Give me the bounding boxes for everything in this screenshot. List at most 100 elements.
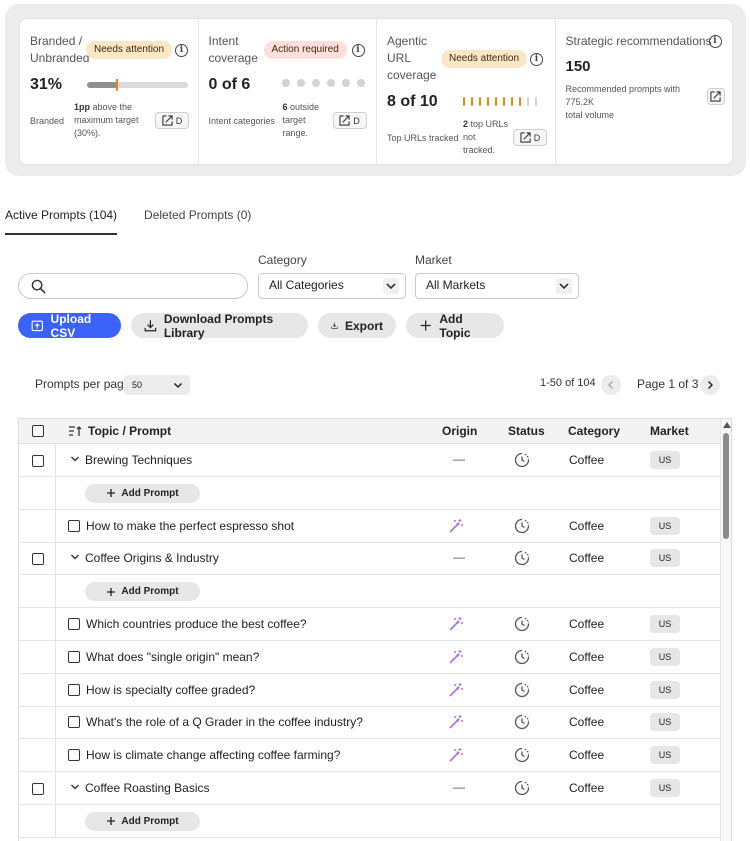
add-prompt-button[interactable]: Add Prompt: [85, 582, 200, 602]
prompt-checkbox[interactable]: [68, 650, 80, 663]
strategic-note-line2: total volume: [565, 110, 615, 120]
next-page-button[interactable]: [700, 375, 720, 395]
search-input[interactable]: [18, 273, 248, 299]
intent-note-line2: target: [282, 115, 306, 125]
pagination-range: 1-50 of 104: [540, 377, 596, 389]
scroll-up-arrow-icon[interactable]: [723, 422, 731, 428]
select-all-checkbox[interactable]: [32, 425, 44, 437]
header-market: Market: [650, 424, 689, 438]
origin-empty: —: [453, 550, 465, 565]
info-icon[interactable]: i: [351, 44, 365, 57]
agentic-note-line1: top URLs: [468, 119, 509, 129]
checkbox-cell: [19, 608, 56, 640]
header-topic-prompt[interactable]: Topic / Prompt: [88, 424, 171, 438]
open-in-icon: [520, 132, 531, 143]
metrics-panel: Branded / Unbranded Needs attention i 31…: [5, 4, 746, 176]
add-prompt-label: Add Prompt: [121, 586, 179, 598]
url-coverage-tick: [463, 97, 465, 106]
chevron-down-icon: [173, 382, 183, 389]
topic-name: Brewing Techniques: [85, 453, 193, 467]
magic-wand-icon: [448, 747, 464, 763]
topic-checkbox[interactable]: [32, 455, 44, 467]
prompt-checkbox[interactable]: [68, 618, 80, 630]
intent-dots: [281, 79, 365, 87]
branded-status-badge: Needs attention: [86, 41, 173, 59]
prev-page-button[interactable]: [601, 375, 621, 395]
strategic-value: 150: [565, 58, 591, 75]
topic-checkbox[interactable]: [32, 783, 44, 795]
magic-wand-icon: [448, 518, 464, 534]
magic-wand-icon: [448, 616, 464, 632]
branded-card-title: Branded / Unbranded: [30, 33, 89, 67]
intent-dot: [311, 79, 320, 87]
table-scrollbar[interactable]: [720, 419, 731, 841]
agentic-note-line3: tracked.: [463, 145, 496, 155]
add-topic-button[interactable]: Add Topic: [406, 312, 504, 340]
open-in-icon: [339, 115, 350, 126]
header-category: Category: [568, 424, 621, 438]
intent-details-button[interactable]: D: [332, 112, 367, 129]
intent-value: 0 of 6: [208, 76, 251, 93]
category-cell: Coffee: [569, 551, 605, 566]
market-select-value: All Markets: [426, 278, 486, 292]
download-icon: [331, 322, 338, 329]
prompt-checkbox[interactable]: [68, 683, 80, 696]
agentic-title-line2: URL: [387, 51, 412, 65]
add-prompt-button[interactable]: Add Prompt: [85, 483, 200, 503]
download-library-button[interactable]: Download Prompts Library: [131, 312, 308, 340]
sort-icon[interactable]: [68, 425, 82, 438]
pending-clock-icon: [514, 616, 530, 632]
market-select[interactable]: All Markets: [415, 273, 579, 299]
branded-progress-bar: [87, 79, 188, 91]
prompt-checkbox[interactable]: [68, 716, 80, 729]
chevron-right-icon: [708, 381, 713, 389]
upload-csv-button[interactable]: Upload CSV: [18, 312, 121, 340]
agentic-label: Top URLs tracked: [387, 133, 459, 143]
agentic-note-line2: not: [463, 132, 476, 142]
agentic-title-line3: coverage: [387, 68, 437, 82]
plus-icon: [106, 488, 116, 498]
category-select[interactable]: All Categories: [258, 273, 406, 299]
metrics-cards: Branded / Unbranded Needs attention i 31…: [19, 18, 733, 165]
metric-card-agentic: Agentic URL coverage Needs attention i 8…: [377, 19, 556, 164]
url-coverage-tick: [511, 97, 513, 106]
market-badge: US: [650, 779, 680, 797]
download-icon: [144, 320, 157, 332]
pending-clock-icon: [514, 682, 530, 698]
strategic-note: Recommended prompts with 775.2K total vo…: [566, 83, 706, 122]
intent-title-line2: coverage: [208, 51, 258, 65]
intent-status-badge: Action required: [263, 41, 347, 59]
prompt-checkbox[interactable]: [68, 749, 80, 762]
chevron-down-icon[interactable]: [70, 551, 80, 561]
agentic-title-line1: Agentic: [387, 34, 428, 48]
tab-deleted-prompts[interactable]: Deleted Prompts (0): [144, 208, 251, 235]
topic-checkbox[interactable]: [32, 553, 44, 566]
prompt-text: How is specialty coffee graded?: [86, 682, 256, 697]
strategic-open-button[interactable]: [706, 88, 725, 105]
export-button[interactable]: Export: [318, 313, 396, 338]
info-icon[interactable]: i: [175, 44, 188, 57]
branded-details-button[interactable]: D: [155, 112, 189, 129]
intent-dot: [296, 79, 305, 87]
per-page-select[interactable]: 50: [124, 375, 190, 395]
info-icon[interactable]: i: [708, 35, 722, 48]
url-coverage-tick: [535, 97, 537, 106]
tab-active-prompts[interactable]: Active Prompts (104): [5, 208, 118, 235]
branded-note: 1pp above the maximum target (30%).: [74, 101, 152, 140]
info-icon[interactable]: i: [530, 53, 543, 66]
agentic-details-button[interactable]: D: [513, 129, 547, 146]
chevron-down-icon[interactable]: [70, 453, 80, 463]
magic-wand-icon: [448, 649, 464, 665]
add-prompt-button[interactable]: Add Prompt: [85, 811, 200, 831]
agentic-note: 2 top URLs not tracked.: [463, 118, 511, 157]
chevron-down-icon[interactable]: [70, 781, 80, 791]
category-cell: Coffee: [569, 649, 605, 664]
prompt-row: What does "single origin" mean? Coffee US: [19, 640, 722, 674]
prompt-row: Which countries produce the best coffee?…: [19, 608, 722, 641]
market-badge: US: [650, 713, 680, 732]
branded-note-bold: 1pp: [74, 102, 91, 112]
prompt-row: How is climate change affecting coffee f…: [19, 739, 722, 773]
checkbox-cell: [19, 575, 56, 608]
prompt-checkbox[interactable]: [68, 519, 80, 532]
scroll-thumb[interactable]: [723, 433, 729, 539]
